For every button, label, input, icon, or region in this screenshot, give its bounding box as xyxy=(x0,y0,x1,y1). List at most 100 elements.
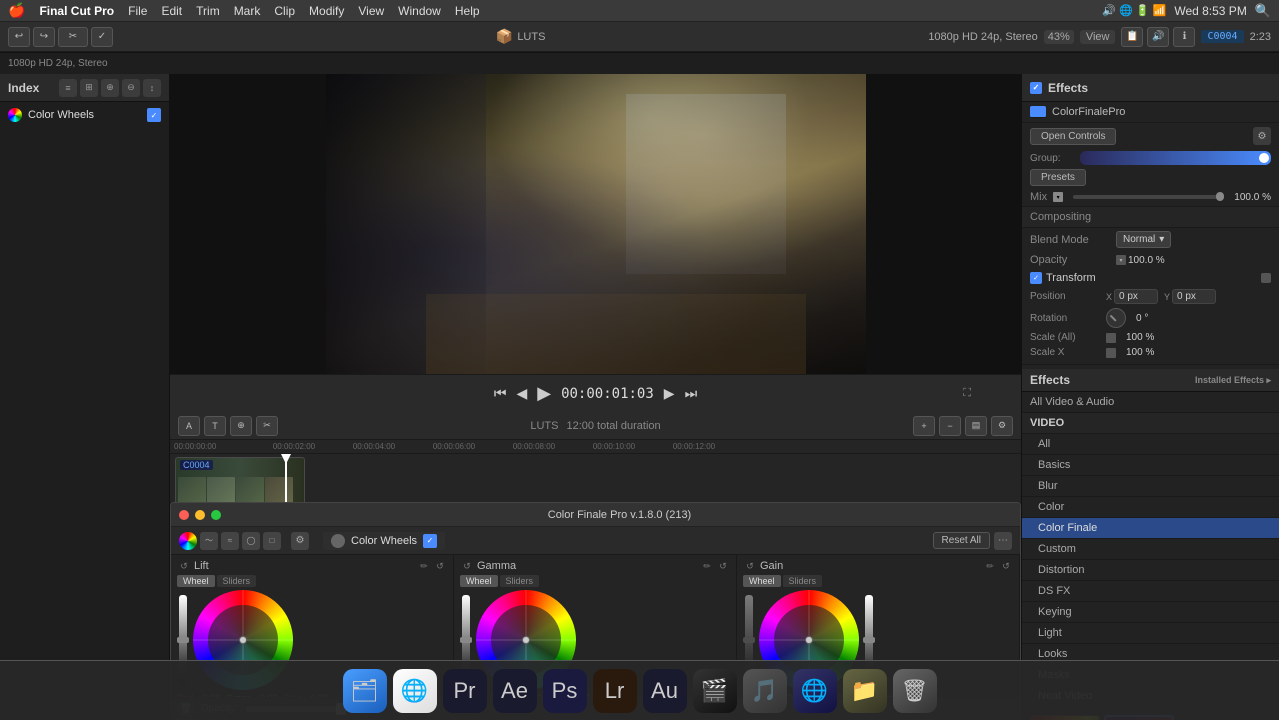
mix-dropdown[interactable]: ▾ xyxy=(1053,192,1063,202)
gamma-wheel-tab[interactable]: Wheel xyxy=(460,575,498,587)
skip-forward-button[interactable]: ⏭ xyxy=(685,385,698,402)
lift-slider-thumb[interactable] xyxy=(177,637,189,643)
forward-frame-button[interactable]: ▶ xyxy=(664,385,675,402)
category-keying[interactable]: Keying xyxy=(1022,602,1279,623)
curves-btn[interactable]: ～ xyxy=(200,532,218,550)
category-video[interactable]: VIDEO xyxy=(1022,413,1279,434)
grid-view-btn[interactable]: ⊞ xyxy=(80,79,98,97)
dock-trash[interactable]: 🗑 xyxy=(893,669,937,713)
menu-mark[interactable]: Mark xyxy=(234,4,261,18)
dock-lr[interactable]: Lr xyxy=(593,669,637,713)
color-wheel-btn[interactable] xyxy=(179,532,197,550)
group-slider[interactable] xyxy=(1080,151,1271,165)
dock-app2[interactable]: 🎵 xyxy=(743,669,787,713)
effect-gear-button[interactable]: ⚙ xyxy=(1253,127,1271,145)
close-window-button[interactable] xyxy=(179,510,189,520)
gain-reset-btn[interactable]: ↺ xyxy=(743,559,757,573)
settings-btn[interactable]: ⚙ xyxy=(991,416,1013,436)
dock-finder[interactable]: 🗂 xyxy=(343,669,387,713)
zoom-in-btn[interactable]: + xyxy=(913,416,935,436)
gamma-center-dot[interactable] xyxy=(522,636,530,644)
skip-back-button[interactable]: ⏮ xyxy=(494,385,507,402)
zoom-level[interactable]: 43% xyxy=(1044,30,1074,44)
app-name[interactable]: Final Cut Pro xyxy=(39,4,114,18)
appearance-btn[interactable]: ▤ xyxy=(965,416,987,436)
gain-extra-btn[interactable]: ↺ xyxy=(999,559,1013,573)
gain-wheel-tab[interactable]: Wheel xyxy=(743,575,781,587)
dock-chrome[interactable]: 🌐 xyxy=(393,669,437,713)
menu-window[interactable]: Window xyxy=(398,4,441,18)
category-color-finale[interactable]: Color Finale xyxy=(1022,518,1279,539)
timeline-tool-4[interactable]: ✂ xyxy=(256,416,278,436)
menu-help[interactable]: Help xyxy=(455,4,480,18)
category-blur[interactable]: Blur xyxy=(1022,476,1279,497)
list-view-btn[interactable]: ≡ xyxy=(59,79,77,97)
timeline-tool-3[interactable]: ⊕ xyxy=(230,416,252,436)
color-wheels-checkbox[interactable]: ✓ xyxy=(147,108,161,122)
dock-fcpx[interactable]: 🎬 xyxy=(693,669,737,713)
reset-all-button[interactable]: Reset All xyxy=(933,532,990,549)
effects-checkbox[interactable]: ✓ xyxy=(1030,82,1042,94)
menu-edit[interactable]: Edit xyxy=(161,4,182,18)
timeline-tool-1[interactable]: A xyxy=(178,416,200,436)
installed-effects-label[interactable]: Installed Effects ▸ xyxy=(1195,375,1271,386)
play-button[interactable]: ▶ xyxy=(537,383,551,404)
menu-view[interactable]: View xyxy=(358,4,384,18)
category-all-video[interactable]: All Video & Audio xyxy=(1022,392,1279,413)
fullscreen-btn[interactable]: ⛶ xyxy=(963,387,971,400)
dock-ae[interactable]: Ae xyxy=(493,669,537,713)
dock-app3[interactable]: 🌐 xyxy=(793,669,837,713)
wheels-enabled-checkbox[interactable]: ✓ xyxy=(423,534,437,548)
lift-center-dot[interactable] xyxy=(239,636,247,644)
lift-sliders-tab[interactable]: Sliders xyxy=(217,575,257,587)
menu-clip[interactable]: Clip xyxy=(274,4,295,18)
index-label[interactable]: Index xyxy=(8,81,39,95)
gamma-sliders-tab[interactable]: Sliders xyxy=(500,575,540,587)
lift-extra-btn[interactable]: ↺ xyxy=(433,559,447,573)
effect-enabled-checkbox[interactable] xyxy=(1030,106,1046,118)
category-light[interactable]: Light xyxy=(1022,623,1279,644)
blend-mode-dropdown[interactable]: Normal ▾ xyxy=(1116,231,1171,248)
inspector-icon[interactable]: 📋 xyxy=(1121,27,1143,47)
hsl-btn[interactable]: ≈ xyxy=(221,532,239,550)
check-button[interactable]: ✓ xyxy=(91,27,113,47)
panel-settings-btn[interactable]: ⚙ xyxy=(291,532,309,550)
dock-finder2[interactable]: 📁 xyxy=(843,669,887,713)
zoom-out-btn[interactable]: − xyxy=(939,416,961,436)
redo-button[interactable]: ↪ xyxy=(33,27,55,47)
rotation-dial[interactable] xyxy=(1106,308,1126,328)
lift-reset-btn[interactable]: ↺ xyxy=(177,559,191,573)
position-y-input[interactable]: 0 px xyxy=(1172,289,1216,304)
gamma-reset-btn[interactable]: ↺ xyxy=(460,559,474,573)
tag-btn[interactable]: ⊕ xyxy=(101,79,119,97)
dock-premiere[interactable]: Pr xyxy=(443,669,487,713)
scale-x-dropdown[interactable] xyxy=(1106,348,1116,358)
lut-btn[interactable]: □ xyxy=(263,532,281,550)
timeline-tool-2[interactable]: T xyxy=(204,416,226,436)
opacity-dropdown-icon[interactable]: ▾ xyxy=(1116,255,1126,265)
minimize-window-button[interactable] xyxy=(195,510,205,520)
gamma-edit-btn[interactable]: ✏ xyxy=(700,559,714,573)
apple-menu[interactable]: 🍎 xyxy=(8,2,25,19)
filter-btn[interactable]: ⊖ xyxy=(122,79,140,97)
category-color[interactable]: Color xyxy=(1022,497,1279,518)
menu-trim[interactable]: Trim xyxy=(196,4,220,18)
info-icon[interactable]: ℹ xyxy=(1173,27,1195,47)
menu-modify[interactable]: Modify xyxy=(309,4,344,18)
shapes-btn[interactable]: ◯ xyxy=(242,532,260,550)
gain-slider-thumb-l[interactable] xyxy=(743,637,755,643)
category-basics[interactable]: Basics xyxy=(1022,455,1279,476)
dock-ps[interactable]: Ps xyxy=(543,669,587,713)
sort-btn[interactable]: ↕ xyxy=(143,79,161,97)
category-distortion[interactable]: Distortion xyxy=(1022,560,1279,581)
position-x-input[interactable]: 0 px xyxy=(1114,289,1158,304)
lift-wheel-tab[interactable]: Wheel xyxy=(177,575,215,587)
gain-edit-btn[interactable]: ✏ xyxy=(983,559,997,573)
gain-sliders-tab[interactable]: Sliders xyxy=(783,575,823,587)
audio-icon[interactable]: 🔊 xyxy=(1147,27,1169,47)
color-wheels-item[interactable]: Color Wheels ✓ xyxy=(0,102,169,128)
search-icon[interactable]: 🔍 xyxy=(1255,3,1271,19)
gain-center-dot[interactable] xyxy=(805,636,813,644)
category-ds-fx[interactable]: DS FX xyxy=(1022,581,1279,602)
gamma-slider-thumb[interactable] xyxy=(460,637,472,643)
